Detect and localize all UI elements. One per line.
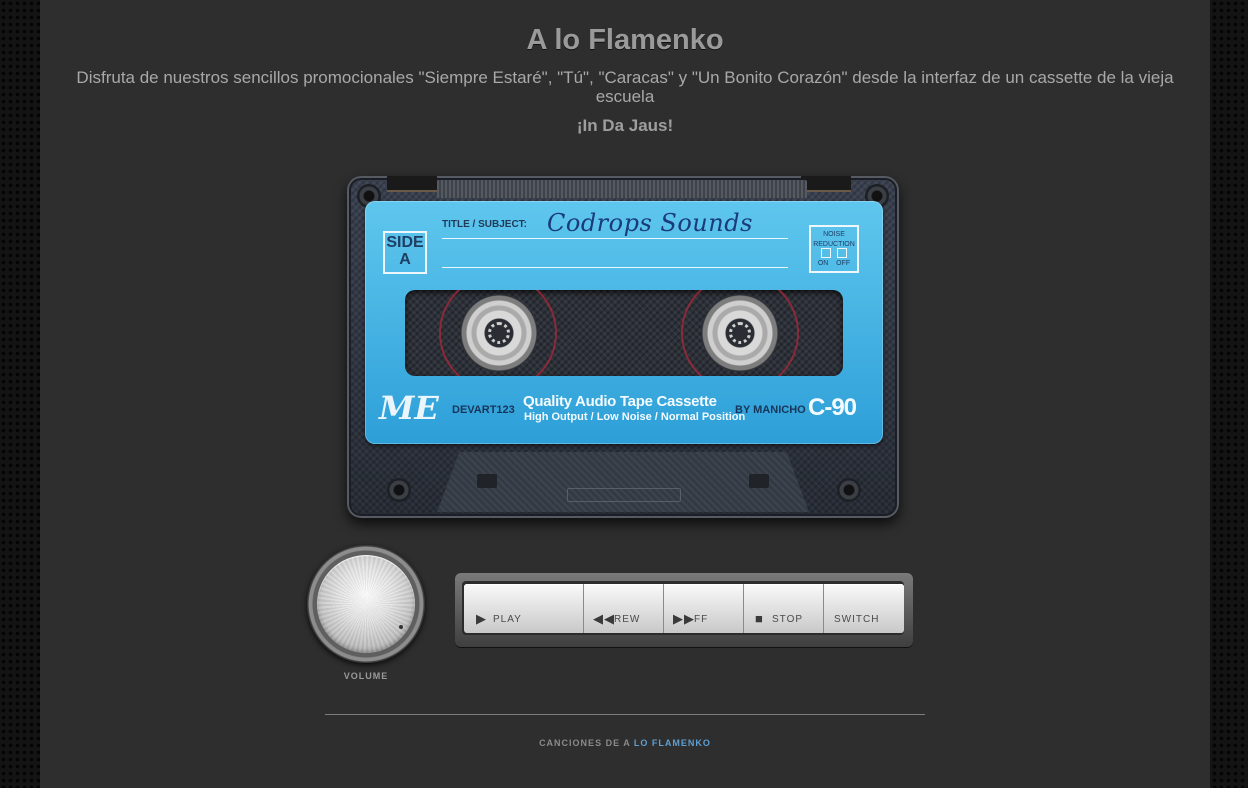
cassette-label: SIDE A TITLE / SUBJECT: Codrops Sounds N… [365,201,883,444]
stop-button[interactable]: ■ STOP [744,584,824,633]
side-letter: A [399,251,411,268]
cassette-slot-left [387,176,437,192]
title-subject-label: TITLE / SUBJECT: [442,219,528,230]
rewind-label: REW [614,614,641,625]
guide-hole [477,474,497,488]
rewind-icon: ◀◀ [593,611,615,626]
screw-icon [387,478,411,502]
footer: CANCIONES DE A LO FLAMENKO [40,738,1210,748]
cassette-bottom [437,452,809,512]
noise-on-label: ON [817,260,829,267]
cassette-slot-right [801,176,851,192]
play-label: PLAY [493,614,522,625]
screw-icon [837,478,861,502]
checkbox-icon [837,248,847,258]
noise-label: NOISE [823,231,845,238]
stop-label: STOP [772,614,804,625]
brand-logo: ME [379,389,439,427]
fast-forward-label: FF [694,614,709,625]
switch-button[interactable]: SWITCH [824,584,904,633]
page-container: A lo Flamenko Disfruta de nuestros senci… [40,0,1210,788]
label-line [442,267,788,268]
control-panel: ▶ PLAY ◀◀ REW ▶▶ FF ■ STOP SWITCH [455,573,913,647]
checkbox-icon [821,248,831,258]
volume-label: VOLUME [343,671,389,681]
noise-on-off: ON OFF [811,259,857,269]
title-subject-value: Codrops Sounds [547,209,753,237]
maker-label: DEVART123 [452,404,515,416]
footer-divider [325,714,925,715]
noise-reduction-box: NOISE REDUCTION ON OFF [809,225,859,273]
page-tagline: ¡In Da Jaus! [576,116,674,135]
product-name: Quality Audio Tape Cassette [523,393,717,410]
tape-type: C-90 [808,394,857,421]
footer-link[interactable]: LO FLAMENKO [634,738,711,748]
stop-icon: ■ [755,611,764,626]
reel-hub-left-icon [460,294,538,372]
knob-indicator-icon [399,625,403,629]
guide-hole [749,474,769,488]
cassette-top-strip [437,180,807,198]
tape-window [405,290,843,376]
noise-checkboxes [818,248,850,258]
cassette: SIDE A TITLE / SUBJECT: Codrops Sounds N… [347,176,899,518]
product-subtitle: High Output / Low Noise / Normal Positio… [524,411,746,423]
volume-knob[interactable] [317,555,415,653]
side-indicator: SIDE A [383,231,427,274]
fast-forward-icon: ▶▶ [673,611,695,626]
page-subtitle: Disfruta de nuestros sencillos promocion… [76,68,1174,106]
page-title: A lo Flamenko [526,24,724,56]
author-label: BY MANICHO [735,404,806,416]
fast-forward-button[interactable]: ▶▶ FF [664,584,744,633]
noise-off-label: OFF [836,260,851,267]
rewind-button[interactable]: ◀◀ REW [584,584,664,633]
footer-prefix: CANCIONES DE A [539,738,631,748]
head-opening [567,488,681,502]
side-word: SIDE [386,234,424,251]
label-line [442,238,788,239]
reel-hub-right-icon [701,294,779,372]
play-button[interactable]: ▶ PLAY [464,584,584,633]
switch-label: SWITCH [834,614,880,625]
play-icon: ▶ [476,611,487,626]
